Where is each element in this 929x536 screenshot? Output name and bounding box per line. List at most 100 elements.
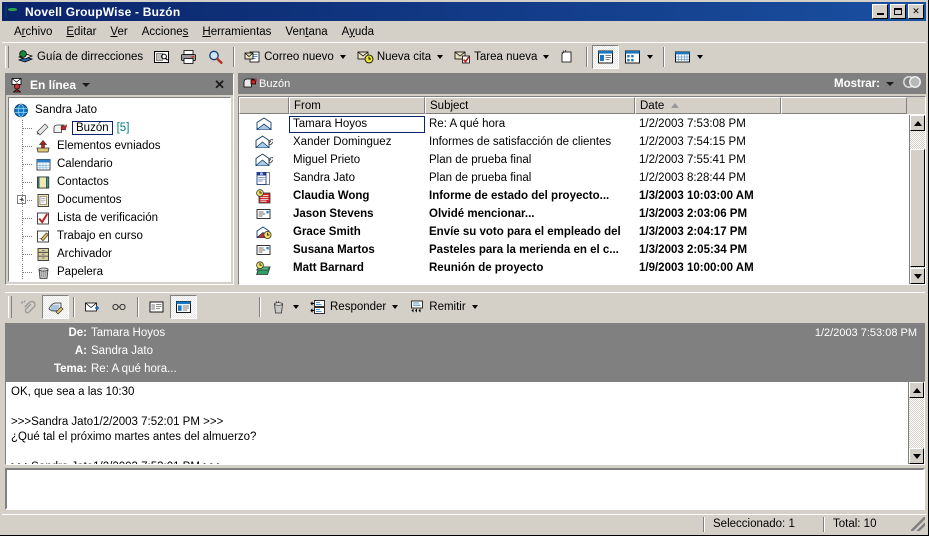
column-header-date[interactable]: Date: [635, 97, 781, 114]
preview-toolbar-grip[interactable]: [8, 296, 12, 318]
folder-item-lista-de-verificaci-n[interactable]: Lista de verificación: [9, 210, 230, 226]
menu-ver[interactable]: Ver: [103, 24, 134, 40]
search-button[interactable]: [202, 45, 229, 69]
column-header-subject[interactable]: Subject: [425, 97, 635, 114]
message-list-scrollbar[interactable]: [909, 115, 925, 284]
folder-item-label: Trabajo en curso: [57, 230, 143, 242]
new-mail-label: Correo nuevo: [264, 50, 334, 63]
forward-button[interactable]: Remitir: [404, 295, 483, 319]
reply-button[interactable]: Responder: [305, 295, 404, 319]
edit-button[interactable]: [42, 295, 69, 319]
folder-item-buz-n[interactable]: Buzón [5]: [9, 120, 230, 136]
folder-item-archivador[interactable]: Archivador: [9, 246, 230, 262]
close-button[interactable]: ✕: [908, 4, 924, 19]
new-task-button[interactable]: Tarea nueva: [449, 45, 555, 69]
message-row[interactable]: Susana Martos Pasteles para la merienda e…: [239, 241, 909, 259]
chevron-down-icon[interactable]: [82, 82, 91, 87]
menu-ayuda[interactable]: Ayuda: [335, 24, 381, 40]
overlap-circles-icon[interactable]: [902, 75, 922, 92]
folder-item-elementos-evniados[interactable]: Elementos evniados: [9, 138, 230, 154]
folder-tree[interactable]: Sandra Jato Buzón [5] Elementos evniados Cal…: [8, 97, 231, 282]
read-later-button[interactable]: [106, 295, 133, 319]
new-appointment-dropdown-arrow[interactable]: [437, 54, 444, 59]
delete-button[interactable]: [265, 295, 305, 319]
folder-panel-header[interactable]: En línea ✕: [6, 74, 233, 95]
column-header-blank4[interactable]: [781, 97, 907, 114]
attach-button[interactable]: [15, 295, 42, 319]
reply-dropdown-arrow[interactable]: [392, 305, 399, 309]
new-mail-dropdown-arrow[interactable]: [339, 54, 346, 59]
mailbox-icon: [242, 76, 259, 92]
view-icons-button[interactable]: [619, 45, 659, 69]
attachment-panel[interactable]: [5, 468, 925, 510]
icon-view-dropdown-arrow[interactable]: [647, 54, 654, 59]
mail-closed-icon: [239, 207, 289, 221]
chevron-down-icon[interactable]: [886, 81, 894, 86]
edit-pencil-icon: [47, 299, 64, 315]
cabinet-icon: [35, 247, 52, 262]
maximize-button[interactable]: [890, 4, 906, 19]
message-row[interactable]: W Sandra Jato Plan de prueba final 1/2/2003…: [239, 169, 909, 187]
preview-body-text: OK, que sea a las 10:30 >>>Sandra Jato1/…: [11, 386, 257, 464]
preview-scroll-up-button[interactable]: [909, 382, 924, 398]
message-row[interactable]: Xander Dominguez Informes de satisfacción…: [239, 133, 909, 151]
view-preview-button[interactable]: [592, 44, 620, 69]
message-rows[interactable]: Tamara Hoyos Re: A qué hora 1/2/2003 7:53:…: [239, 115, 909, 284]
move-button[interactable]: [79, 295, 106, 319]
delete-dropdown-arrow[interactable]: [293, 305, 299, 309]
column-header-blank0[interactable]: [239, 97, 289, 114]
menu-ventana[interactable]: Ventana: [278, 24, 334, 40]
new-task-dropdown-arrow[interactable]: [543, 54, 550, 59]
message-row[interactable]: Tamara Hoyos Re: A qué hora 1/2/2003 7:53:…: [239, 115, 909, 133]
view-calendar-button[interactable]: [669, 45, 709, 69]
message-row[interactable]: Claudia Wong Informe de estado del proyec…: [239, 187, 909, 205]
folder-item-sandra-jato[interactable]: Sandra Jato: [9, 102, 230, 118]
forward-dropdown-arrow[interactable]: [471, 305, 478, 309]
main-toolbar: Guía de dirrecciones Correo nuevo Nueva …: [2, 42, 926, 70]
open-envelope-icon: [239, 117, 289, 131]
message-row[interactable]: Grace Smith Envíe su voto para el emplead…: [239, 223, 909, 241]
scroll-thumb[interactable]: [910, 149, 925, 267]
preview-scrollbar[interactable]: [908, 382, 924, 464]
folder-item-calendario[interactable]: Calendario: [9, 156, 230, 172]
resize-grip[interactable]: [911, 517, 925, 531]
message-row[interactable]: Matt Barnard Reunión de proyecto 1/9/2003 …: [239, 259, 909, 277]
new-note-button[interactable]: [555, 45, 582, 69]
folder-item-papelera[interactable]: Papelera: [9, 264, 230, 280]
new-mail-button[interactable]: Correo nuevo: [239, 45, 352, 69]
address-book-button[interactable]: Guía de dirrecciones: [12, 45, 148, 69]
folder-item-label: Documentos: [57, 194, 122, 206]
print-icon: [180, 49, 197, 65]
sent-icon: [35, 139, 52, 154]
preview-body[interactable]: OK, que sea a las 10:30 >>>Sandra Jato1/…: [5, 381, 925, 465]
toolbar-grip[interactable]: [5, 45, 9, 68]
folder-item-contactos[interactable]: Contactos: [9, 174, 230, 190]
message-row[interactable]: Miguel Prieto Plan de prueba final 1/2/200…: [239, 151, 909, 169]
menu-bar: Archivo Editar Ver Acciones Herramientas Vent…: [2, 22, 926, 41]
preview-scroll-down-button[interactable]: [909, 448, 924, 464]
folder-item-documentos[interactable]: +Documentos: [9, 192, 230, 208]
minimize-button[interactable]: [872, 4, 888, 19]
new-task-label: Tarea nueva: [474, 50, 538, 63]
preview-pane-button[interactable]: [170, 295, 197, 319]
header-view-button[interactable]: [143, 295, 170, 319]
scroll-up-button[interactable]: [910, 115, 925, 131]
find-address-button[interactable]: [148, 45, 175, 69]
new-appointment-button[interactable]: Nueva cita: [352, 45, 449, 69]
menu-acciones[interactable]: Acciones: [135, 24, 196, 40]
calendar-view-dropdown-arrow[interactable]: [697, 54, 704, 59]
show-filter[interactable]: Mostrar:: [834, 75, 922, 92]
menu-editar[interactable]: Editar: [59, 24, 103, 40]
message-row[interactable]: Jason Stevens Olvidé mencionar... 1/3/2003…: [239, 205, 909, 223]
scroll-down-button[interactable]: [910, 268, 925, 284]
column-header-from[interactable]: From: [289, 97, 425, 114]
message-from: Grace Smith: [293, 226, 361, 238]
menu-archivo[interactable]: Archivo: [7, 24, 59, 40]
print-button[interactable]: [175, 45, 202, 69]
window-controls: ✕: [872, 4, 924, 19]
menu-herramientas[interactable]: Herramientas: [195, 24, 278, 40]
close-icon[interactable]: ✕: [214, 78, 229, 91]
toolbar-separator-2: [586, 46, 589, 67]
preview-to-row: A: Sandra Jato: [5, 341, 925, 359]
folder-item-trabajo-en-curso[interactable]: Trabajo en curso: [9, 228, 230, 244]
